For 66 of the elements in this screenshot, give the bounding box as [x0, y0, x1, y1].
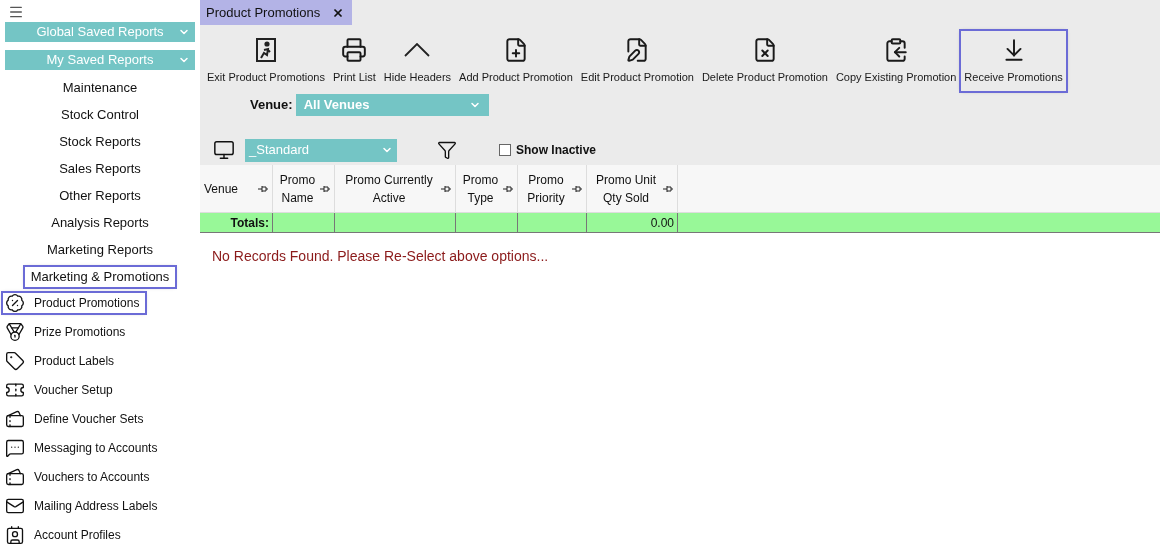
menu-item[interactable]: Mailing Address Labels — [3, 496, 164, 516]
column-title: Venue — [204, 180, 240, 198]
toolbar-button[interactable]: Delete Product Promotion — [698, 31, 831, 91]
menu-item[interactable]: Vouchers to Accounts — [3, 467, 156, 487]
toolbar-button[interactable]: Copy Existing Promotion — [832, 31, 960, 91]
column-header[interactable]: Promo Currently Active — [335, 165, 456, 212]
toolbar-button[interactable]: Add Product Promotion — [456, 31, 576, 91]
no-records-message: No Records Found. Please Re-Select above options... — [212, 247, 550, 266]
menu-section[interactable]: Analysis Reports — [45, 213, 155, 233]
column-header[interactable]: Promo Name — [273, 165, 335, 212]
clipboard-icon — [883, 36, 910, 63]
tab-title: Product Promotions — [206, 3, 321, 22]
menu-item[interactable]: Define Voucher Sets — [3, 409, 150, 429]
pin-icon[interactable] — [663, 184, 673, 193]
totals-label: Totals: — [230, 214, 269, 232]
column-title: Promo Currently Active — [344, 171, 434, 207]
column-title: Promo Type — [461, 171, 500, 207]
menu-section[interactable]: Marketing Reports — [40, 240, 160, 260]
menu-section[interactable]: Sales Reports — [53, 159, 147, 179]
view-icon[interactable] — [213, 139, 235, 161]
menu-item[interactable]: Prize Promotions — [3, 322, 132, 342]
contact-card-icon — [5, 525, 25, 545]
menu-section[interactable]: Stock Control — [54, 105, 145, 125]
toolbar-button[interactable]: Exit Product Promotions — [204, 31, 328, 91]
tickets-icon — [5, 409, 25, 429]
running-person-door-icon — [254, 36, 278, 63]
column-header[interactable]: Venue — [200, 165, 273, 212]
toolbar-button[interactable]: Print List — [330, 31, 379, 91]
menu-item[interactable]: Messaging to Accounts — [3, 438, 164, 458]
pin-icon[interactable] — [258, 184, 268, 193]
menu-item[interactable]: Product Promotions — [3, 293, 146, 313]
column-title: Promo Unit Qty Sold — [595, 171, 657, 207]
show-inactive-label: Show Inactive — [516, 142, 597, 159]
pin-icon[interactable] — [572, 184, 582, 193]
venue-label: Venue: — [250, 96, 293, 115]
menu-item[interactable]: Voucher Setup — [3, 380, 119, 400]
menu-section[interactable]: Marketing & Promotions — [24, 267, 176, 287]
column-header[interactable]: Promo Type — [456, 165, 518, 212]
printer-icon — [341, 36, 368, 63]
column-header[interactable]: Promo Priority — [518, 165, 587, 212]
menu-section[interactable]: Other Reports — [53, 186, 147, 206]
message-icon — [5, 438, 25, 458]
menu-section[interactable]: Stock Reports — [53, 132, 147, 152]
chevron-up-icon — [404, 42, 431, 57]
column-title: Promo Priority — [526, 171, 566, 207]
pin-icon[interactable] — [503, 184, 513, 193]
tickets-icon — [5, 467, 25, 487]
pin-icon[interactable] — [320, 184, 330, 193]
close-icon[interactable] — [332, 6, 345, 19]
menu-item[interactable]: Product Labels — [3, 351, 121, 371]
filter-icon[interactable] — [437, 140, 457, 160]
percent-badge-icon — [5, 293, 25, 313]
toolbar-button[interactable]: Receive Promotions — [961, 31, 1066, 91]
table-cell-text: 0.00 — [650, 214, 674, 232]
column-header[interactable]: Promo Unit Qty Sold — [587, 165, 678, 212]
toolbar-button[interactable]: Hide Headers — [380, 31, 455, 91]
tab[interactable]: Product Promotions — [200, 0, 353, 25]
medal-icon — [5, 322, 25, 342]
toolbar-button[interactable]: Edit Product Promotion — [577, 31, 697, 91]
tag-icon — [5, 351, 25, 371]
menu-section[interactable]: Maintenance — [56, 78, 144, 98]
column-title: Promo Name — [278, 171, 317, 207]
envelope-icon — [5, 496, 25, 516]
menu-icon[interactable] — [8, 4, 24, 20]
pin-icon[interactable] — [441, 184, 451, 193]
menu-item[interactable]: Account Profiles — [3, 525, 127, 545]
